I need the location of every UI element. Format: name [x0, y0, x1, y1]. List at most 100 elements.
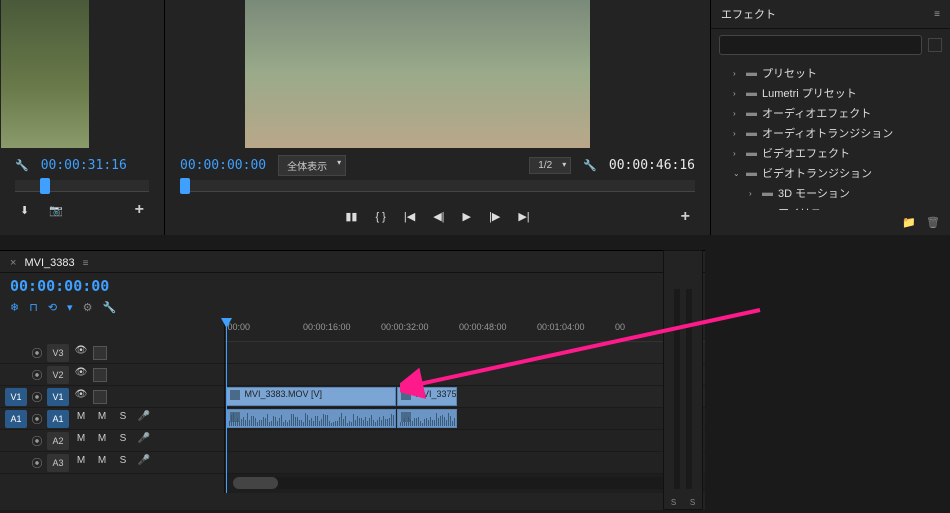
eye-icon[interactable]: 👁 [72, 345, 90, 361]
solo-toggle[interactable]: S [114, 433, 132, 449]
lock-icon[interactable]: ⦿ [30, 433, 44, 449]
disclosure-arrow-icon[interactable]: › [733, 129, 741, 138]
source-timecode[interactable]: 00:00:31:16 [41, 158, 127, 173]
close-icon[interactable]: × [10, 257, 16, 269]
camera-icon[interactable]: 📷 [49, 204, 63, 217]
track-lane-a1[interactable] [225, 408, 705, 430]
step-forward-icon[interactable]: |▶ [489, 210, 500, 223]
track-target[interactable]: A3 [47, 454, 69, 472]
voiceover-icon[interactable]: 🎤 [135, 455, 153, 471]
track-lane-a2[interactable] [225, 430, 705, 452]
effects-folder[interactable]: ›▬3D モーション [715, 183, 946, 203]
mute-toggle[interactable]: M [93, 455, 111, 471]
export-frame-icon[interactable]: ⬇ [20, 204, 29, 217]
mute-toggle[interactable]: M [72, 433, 90, 449]
lock-icon[interactable]: ⦿ [30, 367, 44, 383]
effects-folder[interactable]: ›▬Lumetri プリセット [715, 83, 946, 103]
eye-icon[interactable]: 👁 [72, 367, 90, 383]
playhead[interactable] [226, 318, 227, 493]
track-target[interactable]: V2 [47, 366, 69, 384]
play-icon[interactable]: ▶ [463, 210, 471, 223]
effects-folder[interactable]: ⌄▬ビデオトランジション [715, 163, 946, 183]
timeline-horizontal-scrollbar[interactable] [233, 477, 697, 489]
wrench-icon[interactable]: 🔧 [583, 159, 597, 172]
source-playhead-marker[interactable] [40, 178, 50, 194]
program-timecode-in[interactable]: 00:00:00:00 [180, 158, 266, 173]
sync-lock-toggle[interactable] [93, 390, 107, 404]
linked-selection-icon[interactable]: ⟲ [48, 301, 57, 314]
track-lane-v3[interactable] [225, 342, 705, 364]
disclosure-arrow-icon[interactable]: ⌄ [733, 169, 741, 178]
new-bin-icon[interactable]: 📁 [902, 216, 916, 229]
lock-icon[interactable]: ⦿ [30, 411, 44, 427]
solo-toggle[interactable]: S [690, 498, 695, 507]
panel-menu-icon[interactable]: ≡ [934, 9, 940, 20]
source-patch[interactable]: A1 [5, 410, 27, 428]
in-out-icon[interactable]: { } [375, 211, 385, 223]
program-scrub-bar[interactable] [180, 180, 695, 192]
track-lane-a3[interactable] [225, 452, 705, 474]
step-back-icon[interactable]: ◀| [433, 210, 444, 223]
voiceover-icon[interactable]: 🎤 [135, 411, 153, 427]
track-target[interactable]: V3 [47, 344, 69, 362]
effects-search-input[interactable] [719, 35, 922, 55]
mute-toggle[interactable]: M [93, 433, 111, 449]
go-to-out-icon[interactable]: ▶| [518, 210, 529, 223]
marker-icon[interactable]: ▮▮ [345, 210, 357, 223]
lock-icon[interactable]: ⦿ [30, 389, 44, 405]
go-to-in-icon[interactable]: |◀ [404, 210, 415, 223]
tab-menu-icon[interactable]: ≡ [83, 258, 89, 269]
voiceover-icon[interactable]: 🎤 [135, 433, 153, 449]
timeline-tracks-area[interactable]: :00:0000:00:16:0000:00:32:0000:00:48:000… [225, 318, 705, 493]
track-target[interactable]: V1 [47, 388, 69, 406]
video-clip[interactable]: MVI_3375 [397, 387, 457, 406]
video-clip[interactable]: MVI_3383.MOV [V] [226, 387, 396, 406]
solo-toggle[interactable]: S [114, 411, 132, 427]
marker-tool-icon[interactable]: ▾ [67, 301, 73, 314]
disclosure-arrow-icon[interactable]: › [733, 109, 741, 118]
delete-icon[interactable]: 🗑 [926, 216, 940, 229]
lock-icon[interactable]: ⦿ [30, 345, 44, 361]
sync-lock-toggle[interactable] [93, 368, 107, 382]
resolution-dropdown[interactable]: 1/2 [529, 157, 571, 174]
effects-folder[interactable]: ›▬プリセット [715, 63, 946, 83]
source-patch[interactable]: V1 [5, 388, 27, 406]
sync-lock-toggle[interactable] [93, 346, 107, 360]
solo-toggle[interactable]: S [671, 498, 676, 507]
disclosure-arrow-icon[interactable]: › [733, 89, 741, 98]
source-scrub-bar[interactable] [15, 180, 149, 192]
track-target[interactable]: A1 [47, 410, 69, 428]
program-playhead-marker[interactable] [180, 178, 190, 194]
audio-clip[interactable] [226, 409, 396, 428]
track-lane-v1[interactable]: MVI_3383.MOV [V] MVI_3375 [225, 386, 705, 408]
disclosure-arrow-icon[interactable]: › [733, 149, 741, 158]
scrollbar-thumb[interactable] [233, 477, 278, 489]
track-lane-v2[interactable] [225, 364, 705, 386]
wrench-icon[interactable]: 🔧 [15, 159, 29, 172]
effects-folder[interactable]: ›▬アイリス [715, 203, 946, 210]
zoom-dropdown[interactable]: 全体表示 [278, 155, 346, 176]
wrench-icon[interactable]: 🔧 [102, 301, 116, 314]
audio-clip[interactable] [397, 409, 457, 428]
effects-folder[interactable]: ›▬ビデオエフェクト [715, 143, 946, 163]
sequence-tab-name[interactable]: MVI_3383 [24, 257, 74, 269]
solo-toggle[interactable]: S [114, 455, 132, 471]
magnet-icon[interactable]: ⊓ [29, 301, 38, 314]
mute-toggle[interactable]: M [93, 411, 111, 427]
disclosure-arrow-icon[interactable]: › [733, 69, 741, 78]
timeline-timecode[interactable]: 00:00:00:00 [10, 277, 695, 295]
effects-folder[interactable]: ›▬オーディオエフェクト [715, 103, 946, 123]
add-button[interactable]: + [681, 208, 690, 225]
mute-toggle[interactable]: M [72, 411, 90, 427]
preset-slot-icon[interactable] [928, 38, 942, 52]
disclosure-arrow-icon[interactable]: › [749, 189, 757, 198]
lock-icon[interactable]: ⦿ [30, 455, 44, 471]
snap-icon[interactable]: ❄ [10, 301, 19, 314]
track-target[interactable]: A2 [47, 432, 69, 450]
effects-tree[interactable]: ›▬プリセット›▬Lumetri プリセット›▬オーディオエフェクト›▬オーディ… [711, 61, 950, 210]
eye-icon[interactable]: 👁 [72, 389, 90, 405]
mute-toggle[interactable]: M [72, 455, 90, 471]
timeline-ruler[interactable]: :00:0000:00:16:0000:00:32:0000:00:48:000… [225, 318, 705, 342]
effects-folder[interactable]: ›▬オーディオトランジション [715, 123, 946, 143]
add-button[interactable]: + [135, 201, 144, 218]
